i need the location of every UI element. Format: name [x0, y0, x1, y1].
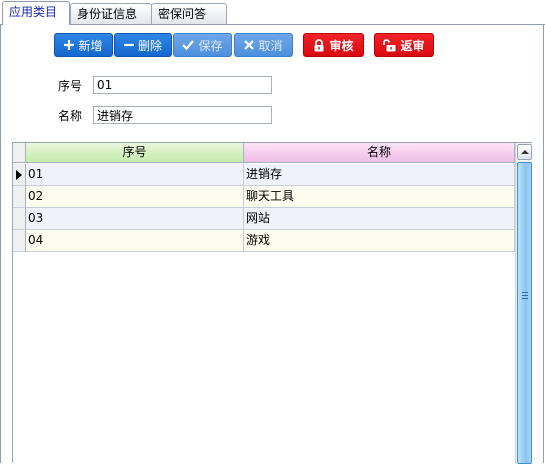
panel-border-left — [0, 24, 1, 463]
minus-icon — [123, 43, 134, 47]
grid-corner — [13, 143, 26, 163]
close-icon — [244, 40, 255, 50]
data-grid: 序号 名称 01 进销存 02 聊天工具 03 网站 04 游戏 — [12, 142, 532, 464]
table-row[interactable]: 03 网站 — [13, 208, 515, 230]
table-row[interactable]: 01 进销存 — [13, 164, 515, 186]
table-cell-name[interactable]: 游戏 — [244, 230, 515, 252]
delete-button[interactable]: 删除 — [114, 33, 172, 57]
save-button[interactable]: 保存 — [173, 33, 232, 57]
vertical-scrollbar[interactable] — [515, 143, 532, 464]
row-indicator — [13, 186, 26, 208]
tab-baseline — [0, 24, 545, 25]
name-label: 名称 — [58, 109, 83, 123]
unlock-icon — [383, 38, 396, 51]
seq-field[interactable] — [93, 76, 272, 94]
name-field[interactable] — [93, 106, 272, 124]
column-header-name[interactable]: 名称 — [244, 143, 515, 163]
cancel-button-label: 取消 — [258, 38, 283, 53]
add-button-label: 新增 — [78, 38, 103, 53]
scroll-up-icon[interactable] — [517, 144, 532, 160]
table-cell-name[interactable]: 聊天工具 — [244, 186, 515, 208]
table-cell-name[interactable]: 进销存 — [244, 164, 515, 186]
add-button[interactable]: 新增 — [54, 33, 113, 57]
unaudit-button-label: 返审 — [400, 38, 425, 53]
table-row[interactable]: 04 游戏 — [13, 230, 515, 252]
tab-security-qa[interactable]: 密保问答 — [151, 3, 227, 24]
save-button-label: 保存 — [198, 38, 223, 53]
delete-button-label: 删除 — [137, 38, 162, 53]
table-cell-seq[interactable]: 04 — [26, 230, 244, 252]
row-indicator — [13, 230, 26, 252]
unaudit-button[interactable]: 返审 — [374, 33, 434, 57]
tab-id-card-info[interactable]: 身份证信息 — [70, 3, 152, 24]
lock-icon — [314, 38, 324, 51]
plus-icon — [64, 40, 75, 50]
grip-line — [522, 292, 528, 293]
audit-button[interactable]: 审核 — [303, 33, 364, 57]
grip-line — [522, 298, 528, 299]
tab-strip: 应用类目 身份证信息 密保问答 — [0, 0, 545, 25]
row-indicator — [13, 208, 26, 230]
current-row-arrow-icon — [16, 170, 22, 180]
grip-line — [522, 295, 528, 296]
panel-border-right — [543, 24, 544, 463]
table-cell-seq[interactable]: 01 — [26, 164, 244, 186]
table-cell-name[interactable]: 网站 — [244, 208, 515, 230]
scrollbar-thumb[interactable] — [517, 162, 532, 464]
row-indicator — [13, 164, 26, 186]
check-icon — [182, 40, 195, 50]
seq-label: 序号 — [58, 79, 83, 93]
audit-button-label: 审核 — [329, 38, 354, 53]
table-row[interactable]: 02 聊天工具 — [13, 186, 515, 208]
column-header-seq[interactable]: 序号 — [26, 143, 244, 163]
tab-app-category[interactable]: 应用类目 — [2, 1, 70, 25]
table-cell-seq[interactable]: 03 — [26, 208, 244, 230]
table-cell-seq[interactable]: 02 — [26, 186, 244, 208]
cancel-button[interactable]: 取消 — [234, 33, 293, 57]
